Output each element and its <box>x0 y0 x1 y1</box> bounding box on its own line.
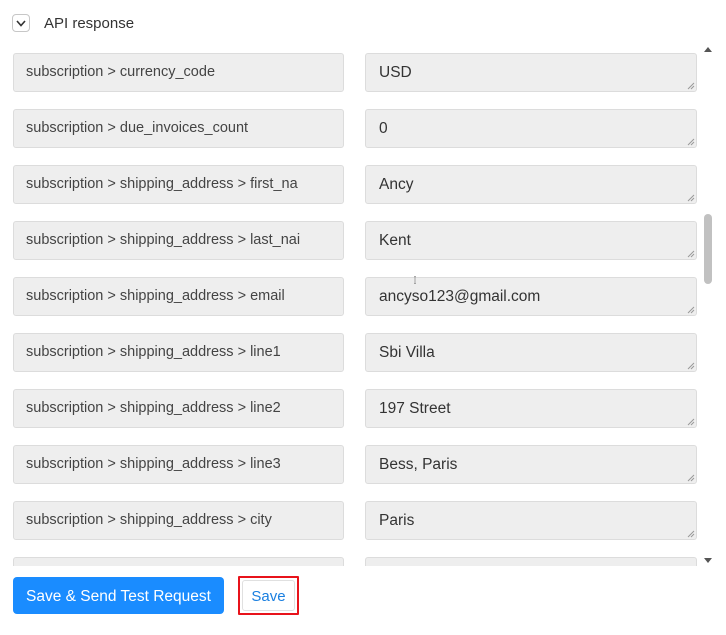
field-row: subscription > shipping_address > city P… <box>13 501 697 540</box>
save-button-highlight: Save <box>238 576 299 615</box>
collapse-toggle[interactable] <box>12 14 30 32</box>
value-text: Paris <box>379 512 415 529</box>
field-row: subscription > due_invoices_count 0 <box>13 109 697 148</box>
value-field[interactable]: 197 Street <box>365 389 697 428</box>
field-row <box>13 557 697 566</box>
resize-grip-icon[interactable] <box>687 418 695 426</box>
value-field[interactable]: Bess, Paris <box>365 445 697 484</box>
scroll-down-arrow-icon[interactable] <box>704 558 712 563</box>
value-text: Sbi Villa <box>379 344 435 361</box>
key-field: subscription > shipping_address > last_n… <box>13 221 344 260</box>
text-cursor-icon <box>414 276 416 284</box>
value-text: Ancy <box>379 176 414 193</box>
field-row: subscription > shipping_address > line1 … <box>13 333 697 372</box>
resize-grip-icon[interactable] <box>687 530 695 538</box>
value-text: ancyso123@gmail.com <box>379 288 541 305</box>
resize-grip-icon[interactable] <box>687 138 695 146</box>
key-field <box>13 557 344 566</box>
field-row: subscription > shipping_address > email … <box>13 277 697 316</box>
scrollbar-thumb[interactable] <box>704 214 712 284</box>
key-field: subscription > shipping_address > email <box>13 277 344 316</box>
key-field: subscription > shipping_address > first_… <box>13 165 344 204</box>
key-field: subscription > shipping_address > line2 <box>13 389 344 428</box>
resize-grip-icon[interactable] <box>687 194 695 202</box>
key-field: subscription > shipping_address > line1 <box>13 333 344 372</box>
save-and-send-test-request-button[interactable]: Save & Send Test Request <box>13 577 224 614</box>
key-field: subscription > shipping_address > city <box>13 501 344 540</box>
value-text: Kent <box>379 232 411 249</box>
resize-grip-icon[interactable] <box>687 306 695 314</box>
key-field: subscription > shipping_address > line3 <box>13 445 344 484</box>
section-title: API response <box>44 14 135 32</box>
resize-grip-icon[interactable] <box>687 250 695 258</box>
key-field: subscription > currency_code <box>13 53 344 92</box>
value-field[interactable]: Sbi Villa <box>365 333 697 372</box>
field-row: subscription > currency_code USD <box>13 53 697 92</box>
scroll-up-arrow-icon[interactable] <box>704 47 712 52</box>
value-text: USD <box>379 64 412 81</box>
value-text: 0 <box>379 120 388 137</box>
chevron-down-icon <box>16 19 26 27</box>
field-row: subscription > shipping_address > line2 … <box>13 389 697 428</box>
resize-grip-icon[interactable] <box>687 82 695 90</box>
vertical-scrollbar[interactable] <box>701 44 715 566</box>
api-response-header: API response <box>12 14 134 32</box>
value-field[interactable]: Kent <box>365 221 697 260</box>
value-text: 197 Street <box>379 400 451 417</box>
field-row: subscription > shipping_address > line3 … <box>13 445 697 484</box>
save-button[interactable]: Save <box>242 580 295 611</box>
value-field[interactable]: Paris <box>365 501 697 540</box>
field-row: subscription > shipping_address > first_… <box>13 165 697 204</box>
value-field[interactable] <box>365 557 697 566</box>
resize-grip-icon[interactable] <box>687 362 695 370</box>
resize-grip-icon[interactable] <box>687 474 695 482</box>
value-field[interactable]: Ancy <box>365 165 697 204</box>
value-field[interactable]: 0 <box>365 109 697 148</box>
field-row: subscription > shipping_address > last_n… <box>13 221 697 260</box>
value-field[interactable]: USD <box>365 53 697 92</box>
field-list[interactable]: subscription > currency_code USD subscri… <box>0 44 716 566</box>
value-text: Bess, Paris <box>379 456 458 473</box>
key-field: subscription > due_invoices_count <box>13 109 344 148</box>
